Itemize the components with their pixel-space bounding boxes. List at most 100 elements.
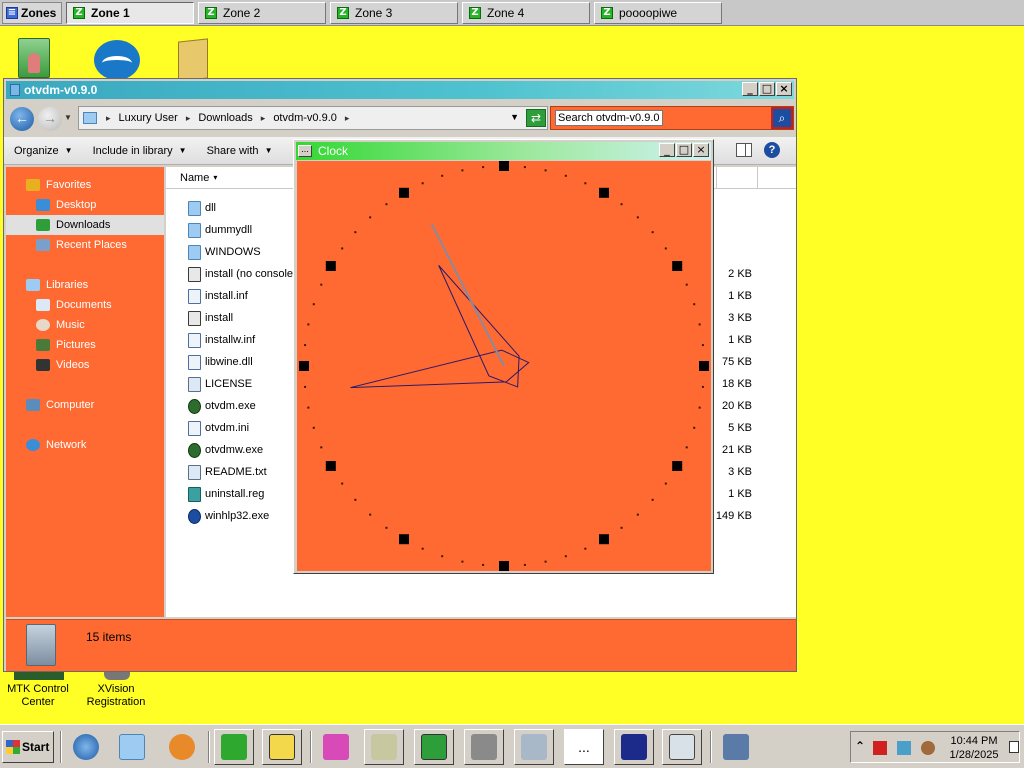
refresh-button[interactable]: ⇄	[526, 109, 546, 127]
taskbar-app-8[interactable]: ...	[564, 729, 604, 765]
desktop-label-xvision[interactable]: XVision Registration	[71, 683, 161, 709]
folder-icon	[83, 112, 97, 124]
minute-marker	[304, 385, 307, 388]
minute-marker	[544, 169, 547, 172]
taskbar-app-7[interactable]	[514, 729, 554, 765]
column-header-name[interactable]: Name ▾	[166, 172, 217, 184]
breadcrumb-item[interactable]: Luxury User	[114, 112, 183, 124]
minimize-button[interactable]: _	[659, 143, 675, 157]
include-in-library-menu[interactable]: Include in library ▼	[83, 145, 197, 157]
nav-recent-places[interactable]: Recent Places	[6, 235, 164, 255]
taskbar-explorer-button[interactable]	[112, 729, 152, 765]
network-drive-icon	[521, 734, 547, 760]
taskbar-app-1[interactable]	[214, 729, 254, 765]
bird-app-icon[interactable]	[94, 40, 140, 80]
start-button[interactable]: Start	[2, 731, 54, 763]
taskbar-app-4[interactable]	[364, 729, 404, 765]
nav-desktop[interactable]: Desktop	[6, 195, 164, 215]
folder-file-icon	[188, 244, 201, 260]
nav-documents[interactable]: Documents	[6, 295, 164, 315]
folder-file-icon	[188, 200, 201, 216]
user-folder-icon[interactable]	[18, 38, 50, 78]
zones-button[interactable]: ≡ Zones	[2, 2, 62, 24]
search-icon[interactable]: ⌕	[771, 107, 793, 129]
zone-tab-2[interactable]: Z Zone 2	[198, 2, 326, 24]
taskbar-media-button[interactable]	[162, 729, 202, 765]
chevron-right-icon[interactable]: ▸	[258, 113, 269, 124]
nav-videos[interactable]: Videos	[6, 355, 164, 375]
minute-marker	[482, 563, 485, 566]
back-button[interactable]: ←	[10, 107, 34, 131]
include-in-library-label: Include in library	[92, 144, 173, 157]
system-menu-button[interactable]: ...	[298, 145, 312, 157]
taskbar-app-2[interactable]	[262, 729, 302, 765]
minute-marker	[544, 560, 547, 563]
address-row: ← → ▼ ▸ Luxury User ▸ Downloads ▸ otvdm-…	[4, 103, 796, 135]
nav-music[interactable]: Music	[6, 315, 164, 335]
volume-icon[interactable]	[921, 741, 935, 755]
minute-marker	[421, 547, 424, 550]
chevron-right-icon[interactable]: ▸	[103, 113, 114, 124]
hour-marker	[399, 534, 409, 545]
minute-marker	[354, 498, 357, 501]
nav-favorites[interactable]: Favorites	[6, 175, 164, 195]
minute-marker	[312, 426, 315, 429]
help-icon[interactable]: ?	[764, 142, 780, 158]
minute-marker	[307, 406, 310, 409]
breadcrumb-item[interactable]: Downloads	[193, 112, 257, 124]
zone-tab-5[interactable]: Z poooopiwe	[594, 2, 722, 24]
chevron-down-icon[interactable]: ▼	[510, 112, 519, 122]
breadcrumb-item[interactable]: otvdm-v0.9.0	[268, 112, 342, 124]
close-button[interactable]: ×	[693, 143, 709, 157]
network-icon[interactable]	[897, 741, 911, 755]
zone-tab-3[interactable]: Z Zone 3	[330, 2, 458, 24]
show-desktop-button[interactable]	[1009, 741, 1019, 753]
organize-menu[interactable]: Organize ▼	[4, 145, 83, 157]
nav-libraries[interactable]: Libraries	[6, 275, 164, 295]
search-input[interactable]: Search otvdm-v0.9.0	[555, 110, 663, 126]
minute-marker	[698, 323, 701, 326]
chevron-right-icon[interactable]: ▸	[183, 113, 194, 124]
hour-marker	[599, 534, 609, 545]
cfg-file-icon	[188, 420, 201, 436]
taskbar-app-10[interactable]	[662, 729, 702, 765]
taskbar-app-3[interactable]	[316, 729, 356, 765]
hour-marker	[699, 361, 709, 371]
column-header-size[interactable]	[716, 167, 758, 189]
clock-title-bar[interactable]: ... Clock _ □ ×	[296, 142, 711, 160]
flag-icon[interactable]	[873, 741, 887, 755]
taskbar-app-6[interactable]	[464, 729, 504, 765]
file-name: install (no console)	[205, 268, 297, 280]
maximize-button[interactable]: □	[676, 143, 692, 157]
taskbar-clock[interactable]: 10:44 PM 1/28/2025	[941, 734, 1007, 762]
taskbar-ie-button[interactable]	[66, 729, 106, 765]
notepad-icon[interactable]	[178, 38, 208, 82]
zone-tab-1[interactable]: Z Zone 1	[66, 2, 194, 24]
taskbar-app-11[interactable]	[716, 729, 756, 765]
show-hidden-icons-button[interactable]: ⌃	[855, 739, 865, 753]
close-button[interactable]: ×	[776, 82, 792, 96]
nav-label: Network	[46, 439, 87, 451]
reg-file-icon	[188, 486, 201, 502]
chevron-right-icon[interactable]: ▸	[342, 113, 353, 124]
minute-marker	[701, 385, 704, 388]
explorer-title-bar[interactable]: otvdm-v0.9.0 _ □ ×	[6, 81, 794, 99]
nav-computer[interactable]: Computer	[6, 395, 164, 415]
zone-tab-4[interactable]: Z Zone 4	[462, 2, 590, 24]
minute-marker	[701, 344, 704, 347]
preview-pane-icon[interactable]	[736, 143, 752, 157]
nav-network[interactable]: Network	[6, 435, 164, 455]
address-bar[interactable]: ▸ Luxury User ▸ Downloads ▸ otvdm-v0.9.0…	[78, 106, 548, 130]
share-with-menu[interactable]: Share with ▼	[197, 145, 283, 157]
maximize-button[interactable]: □	[759, 82, 775, 96]
notepad-app-icon	[269, 734, 295, 760]
minimize-button[interactable]: _	[742, 82, 758, 96]
nav-pictures[interactable]: Pictures	[6, 335, 164, 355]
taskbar-app-9[interactable]	[614, 729, 654, 765]
recent-pages-dropdown[interactable]: ▼	[64, 113, 72, 122]
forward-button[interactable]: →	[38, 107, 62, 131]
file-name: installw.inf	[205, 334, 256, 346]
taskbar-app-5[interactable]	[414, 729, 454, 765]
clock-window: ... Clock _ □ ×	[293, 139, 714, 574]
nav-downloads[interactable]: Downloads	[6, 215, 164, 235]
